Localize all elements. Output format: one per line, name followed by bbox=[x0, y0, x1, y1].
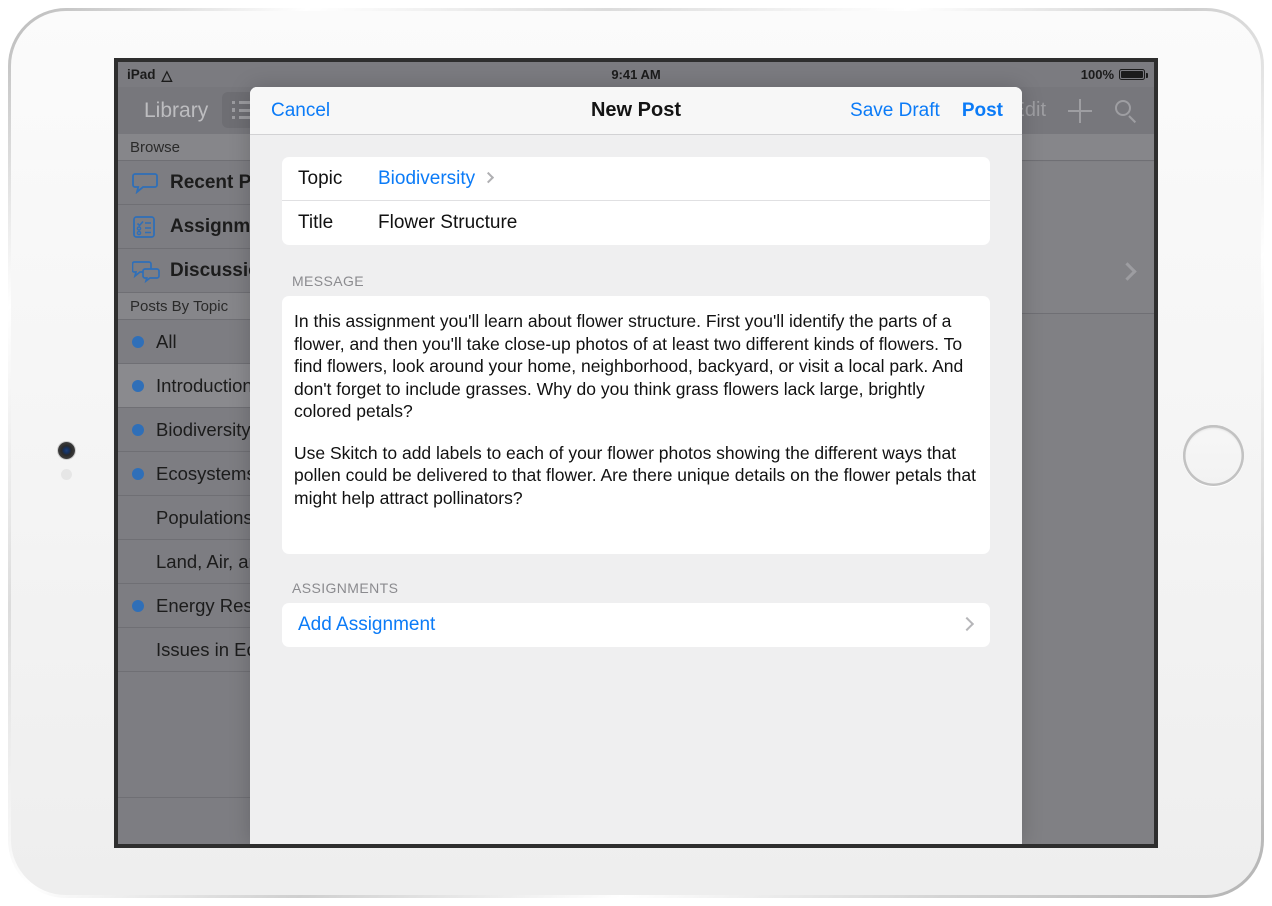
add-assignment-label: Add Assignment bbox=[298, 614, 436, 635]
message-textarea[interactable]: In this assignment you'll learn about fl… bbox=[282, 296, 990, 554]
sidebar-item-label: Introduction bbox=[156, 374, 253, 396]
ambient-light-sensor bbox=[61, 469, 72, 480]
home-button[interactable] bbox=[1183, 425, 1244, 486]
front-camera bbox=[58, 442, 75, 459]
modal-navbar: Cancel New Post Save Draft Post bbox=[250, 87, 1022, 135]
app-navbar-actions: Edit bbox=[1012, 98, 1138, 123]
modal-navbar-actions: Save Draft Post bbox=[850, 100, 1003, 122]
double-speech-bubble-icon bbox=[132, 259, 170, 283]
plus-icon[interactable] bbox=[1068, 98, 1092, 123]
library-title: Library bbox=[144, 98, 209, 122]
topic-dot bbox=[132, 599, 144, 612]
sidebar-item-label: All bbox=[156, 330, 177, 352]
topic-dot bbox=[132, 467, 144, 480]
message-section-caption: MESSAGE bbox=[292, 273, 365, 289]
status-bar-clock: 9:41 AM bbox=[611, 67, 661, 82]
topic-field-value: Biodiversity bbox=[378, 167, 476, 189]
topic-field-label: Topic bbox=[298, 167, 343, 189]
message-paragraph-1: In this assignment you'll learn about fl… bbox=[294, 311, 964, 421]
checklist-icon bbox=[132, 215, 170, 239]
sidebar-item-label: Discussio bbox=[170, 259, 260, 281]
chevron-right-icon bbox=[959, 616, 975, 632]
topic-dot bbox=[132, 423, 144, 436]
sidebar-item-label: Biodiversity bbox=[156, 418, 251, 440]
new-post-modal: Cancel New Post Save Draft Post Topic Bi… bbox=[250, 87, 1022, 844]
topic-dot bbox=[132, 379, 144, 392]
chevron-right-icon bbox=[1118, 262, 1137, 281]
save-draft-button[interactable]: Save Draft bbox=[850, 100, 940, 122]
sidebar-item-label: Ecosystems bbox=[156, 462, 256, 484]
topic-dot bbox=[132, 335, 144, 348]
add-assignment-row[interactable]: Add Assignment bbox=[282, 603, 990, 647]
post-fields-group: Topic Biodiversity Title Flower Structur… bbox=[282, 157, 990, 245]
post-button[interactable]: Post bbox=[962, 100, 1003, 122]
title-field-row[interactable]: Title Flower Structure bbox=[282, 201, 990, 245]
battery-icon bbox=[1119, 69, 1148, 80]
status-bar-right: 100% bbox=[1080, 67, 1148, 82]
assignments-section-caption: ASSIGNMENTS bbox=[292, 580, 399, 596]
speech-bubble-icon bbox=[132, 172, 170, 194]
message-paragraph-2: Use Skitch to add labels to each of your… bbox=[294, 442, 976, 508]
ipad-screen: iPad △ 9:41 AM 100% Library Edit Browse … bbox=[118, 62, 1154, 844]
title-input[interactable]: Flower Structure bbox=[378, 212, 517, 234]
sidebar-item-label: Recent P bbox=[170, 171, 252, 193]
title-field-label: Title bbox=[298, 212, 334, 233]
battery-percent-label: 100% bbox=[1080, 67, 1114, 82]
sidebar-item-label: Assignme bbox=[170, 215, 261, 237]
search-icon[interactable] bbox=[1114, 99, 1138, 123]
modal-body: Topic Biodiversity Title Flower Structur… bbox=[250, 135, 1022, 844]
topic-field-row[interactable]: Topic Biodiversity bbox=[282, 157, 990, 201]
status-bar: iPad △ 9:41 AM 100% bbox=[118, 62, 1154, 87]
chevron-right-icon bbox=[482, 171, 495, 183]
